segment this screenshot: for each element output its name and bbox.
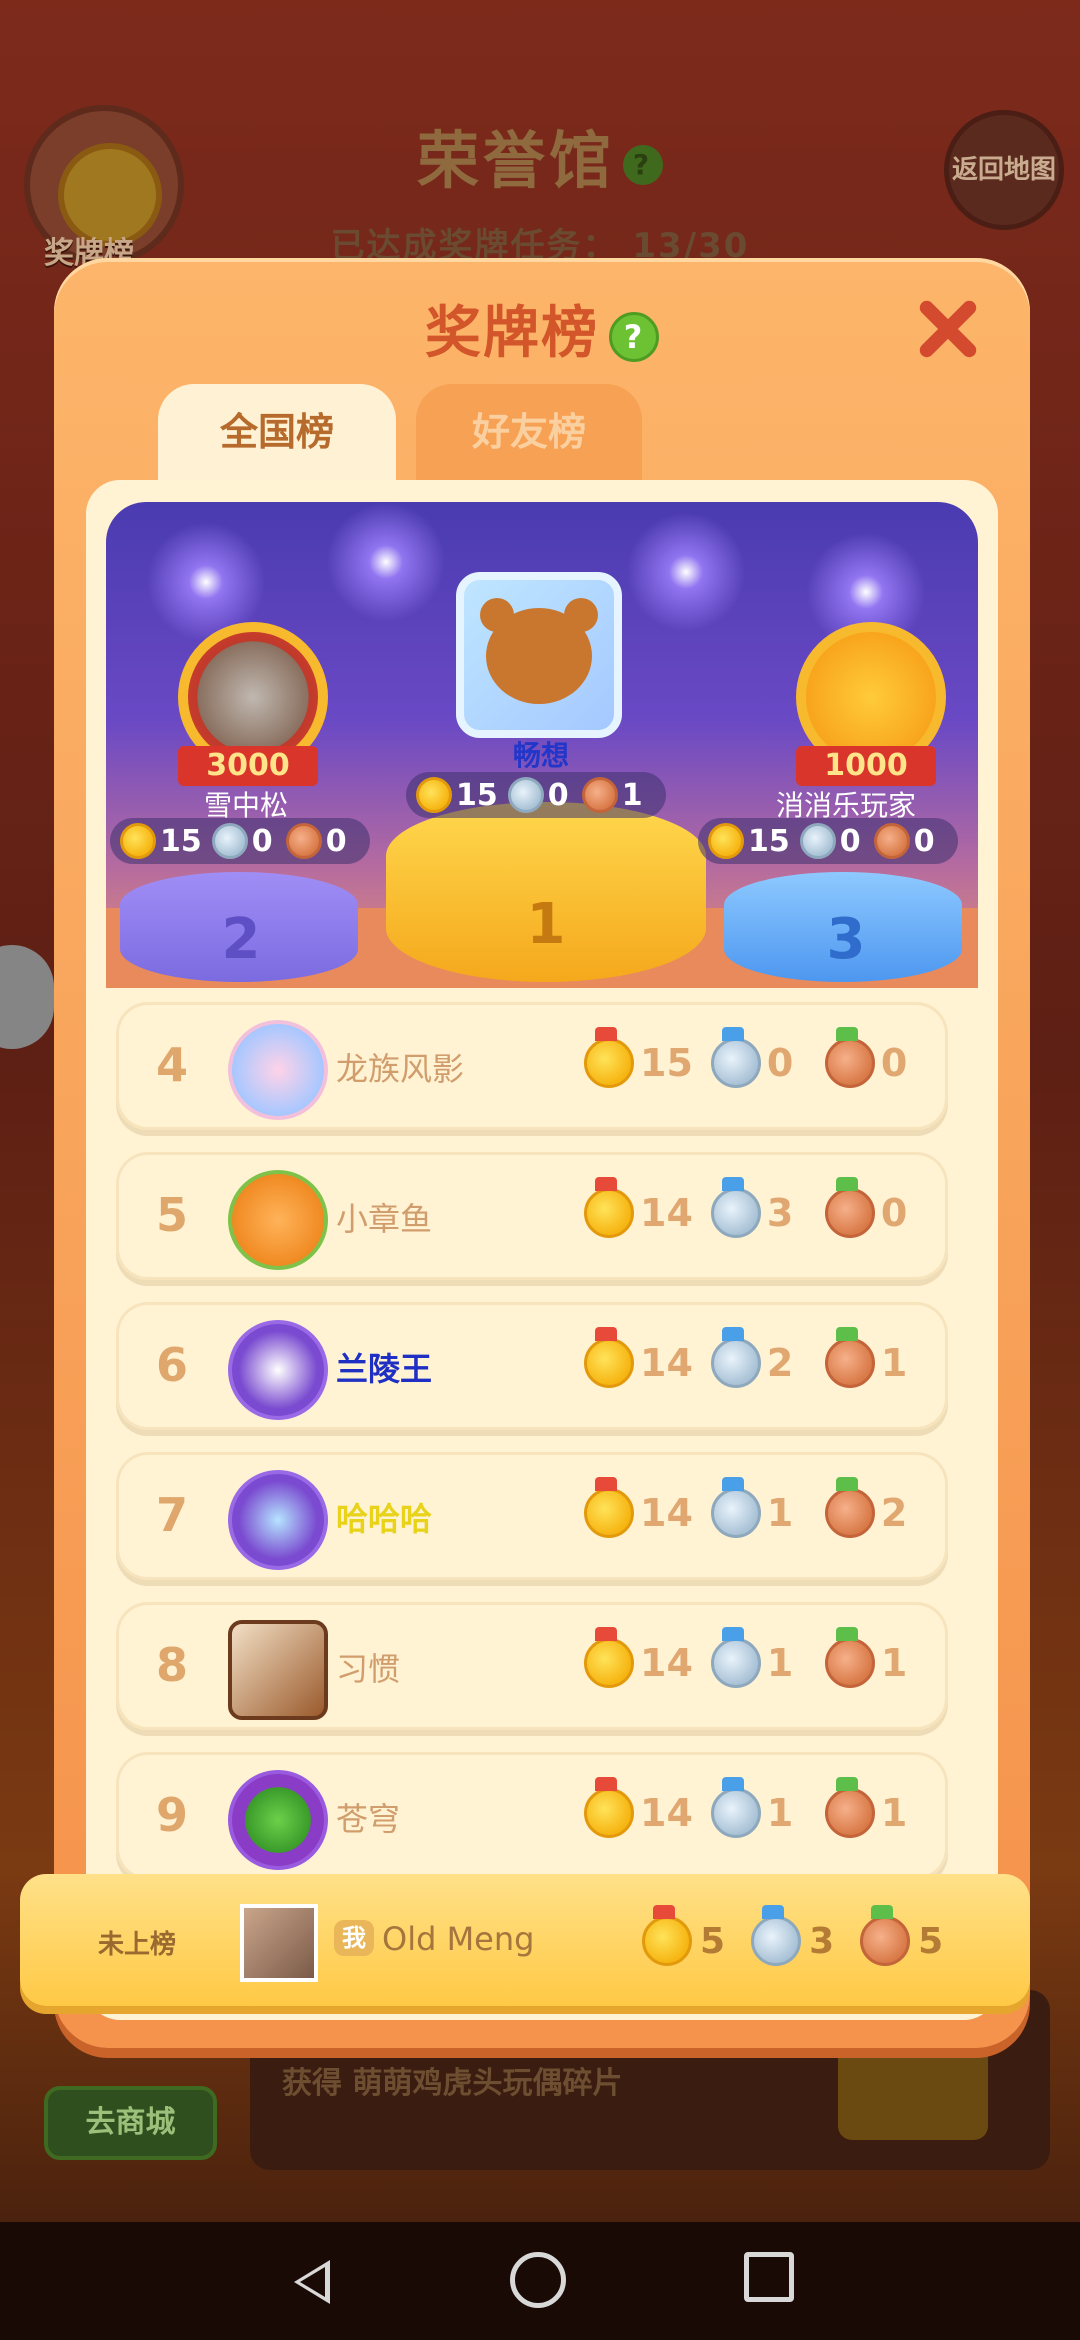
avatar[interactable] [228,1170,328,1270]
gold-medal-icon [584,1627,634,1688]
silver-medal-icon [799,823,836,859]
back-icon[interactable] [280,2252,340,2312]
player-name: 小章鱼 [336,1200,433,1238]
gold-medal-icon [584,1327,634,1388]
medal-counts: 14 2 1 [584,1327,939,1388]
silver-medal-icon [710,1327,761,1388]
bronze-medal-icon [824,1027,875,1088]
hall-of-honor-title: 荣誉馆? [0,110,1080,200]
help-icon[interactable]: ? [623,144,663,185]
player-name: 哈哈哈 [336,1500,433,1538]
leaderboard-panel: 1 2 3 3000 1000 畅想 雪中松 消消乐玩家 15 0 1 15 0… [86,480,998,2020]
me-badge: 我 [334,1920,374,1956]
table-row[interactable]: 8 习惯 14 1 1 [116,1602,948,1730]
my-player-name: Old Meng [382,1920,535,1958]
podium-rank-3: 3 [826,907,866,972]
medal-counts: 14 1 1 [584,1627,939,1688]
rank-number: 8 [155,1638,188,1692]
rank-number: 9 [155,1788,188,1842]
avatar[interactable] [456,572,622,738]
score-badge: 1000 [796,746,936,786]
avatar[interactable] [228,1470,328,1570]
silver-medal-icon [211,823,248,859]
player-name: 习惯 [336,1650,401,1688]
go-store-button[interactable]: 去商城 [44,2086,217,2160]
bronze-medal-icon [285,823,322,859]
podium-rank-1: 1 [526,892,566,957]
silver-medal-icon [751,1905,802,1966]
silver-medal-icon [507,777,544,813]
gold-medal-icon [584,1177,634,1238]
system-navigation-bar [0,2222,1080,2340]
player-name: 兰陵王 [336,1350,433,1388]
player-name: 龙族风影 [336,1050,465,1088]
tab-friends[interactable]: 好友榜 [416,384,642,484]
help-icon[interactable]: ? [609,311,659,362]
firework-decoration [626,512,746,632]
medal-leaderboard-modal: 奖牌榜? 全国榜 好友榜 1 2 3 3000 1000 畅想 雪中松 消消乐玩… [20,258,1030,2048]
rank-number: 6 [155,1338,188,1392]
avatar[interactable] [228,1620,328,1720]
my-rank-status: 未上榜 [98,1930,177,1960]
tab-national[interactable]: 全国榜 [158,384,396,492]
firework-decoration [326,502,446,622]
bronze-medal-icon [860,1905,911,1966]
gold-medal-icon [584,1027,634,1088]
rank-number: 4 [155,1038,188,1092]
gold-medal-icon [708,823,744,859]
medal-counts: 14 3 0 [584,1177,939,1238]
bronze-medal-icon [824,1777,875,1838]
rank-number: 7 [155,1488,188,1542]
score-badge: 3000 [178,746,318,786]
bronze-medal-icon [581,777,618,813]
home-icon[interactable] [510,2252,566,2308]
silver-medal-icon [710,1777,761,1838]
table-row[interactable]: 9 苍穹 14 1 1 [116,1752,948,1880]
player-name: 苍穹 [336,1800,401,1838]
bronze-medal-icon [824,1477,875,1538]
medal-counts: 15 0 0 [698,818,958,864]
medal-counts: 15 0 1 [406,772,666,818]
player-name: 畅想 [512,739,569,772]
bronze-medal-icon [873,823,910,859]
my-rank-bar: 未上榜 我 Old Meng 5 3 5 [20,1874,1030,2006]
avatar[interactable] [240,1904,318,1982]
podium-stage: 1 2 3 3000 1000 畅想 雪中松 消消乐玩家 15 0 1 15 0… [106,502,978,988]
modal-title: 奖牌榜? [54,288,1030,369]
table-row[interactable]: 6 兰陵王 14 2 1 [116,1302,948,1430]
avatar[interactable] [228,1320,328,1420]
gold-medal-icon [416,777,452,813]
avatar[interactable] [228,1770,328,1870]
gold-medal-icon [584,1477,634,1538]
medal-counts: 15 0 0 [584,1027,939,1088]
close-button[interactable] [914,296,980,362]
rank-number: 5 [155,1188,188,1242]
medal-counts: 15 0 0 [110,818,370,864]
silver-medal-icon [710,1477,761,1538]
reward-text: 获得 萌萌鸡虎头玩偶碎片 [282,2066,623,2101]
gold-medal-icon [120,823,156,859]
gold-medal-icon [584,1777,634,1838]
avatar[interactable] [228,1020,328,1120]
bear-icon [480,598,598,704]
back-to-map-button[interactable]: 返回地图 [944,110,1064,230]
medal-counts: 14 1 2 [584,1477,939,1538]
podium-rank-2: 2 [221,907,261,972]
bronze-medal-icon [824,1627,875,1688]
table-row[interactable]: 5 小章鱼 14 3 0 [116,1152,948,1280]
table-row[interactable]: 7 哈哈哈 14 1 2 [116,1452,948,1580]
bronze-medal-icon [824,1327,875,1388]
silver-medal-icon [710,1177,761,1238]
medal-counts: 5 3 5 [642,1905,969,1966]
table-row[interactable]: 4 龙族风影 15 0 0 [116,1002,948,1130]
silver-medal-icon [710,1027,761,1088]
gold-medal-icon [642,1905,692,1966]
medal-counts: 14 1 1 [584,1777,939,1838]
recent-apps-icon[interactable] [744,2252,794,2302]
silver-medal-icon [710,1627,761,1688]
bronze-medal-icon [824,1177,875,1238]
